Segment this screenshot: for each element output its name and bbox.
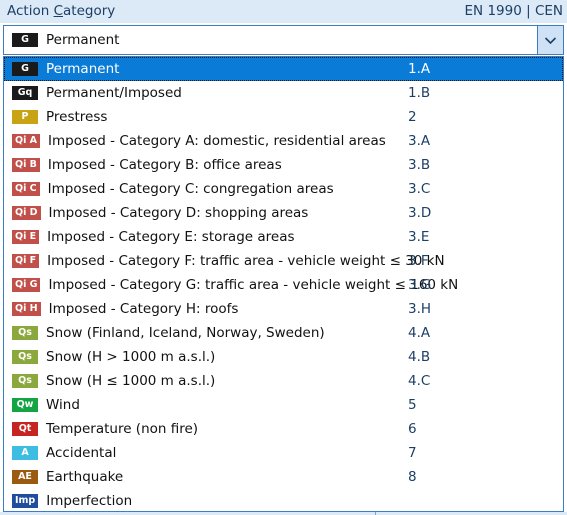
dropdown-option-code: 5	[408, 397, 417, 413]
dropdown-option[interactable]: Qi D Imposed - Category D: shopping areas…	[4, 201, 563, 225]
action-symbol-badge: A	[12, 446, 38, 460]
action-symbol-badge: Gq	[12, 86, 38, 100]
dropdown-option-label: Snow (H > 1000 m a.s.l.)	[46, 349, 216, 365]
dropdown-option-code: 3.D	[408, 205, 432, 221]
dropdown-option-label: Permanent/Imposed	[46, 85, 182, 101]
action-symbol-badge: Qt	[12, 422, 38, 436]
dropdown-option-code: 3.E	[408, 229, 430, 245]
dropdown-option-label: Snow (H ≤ 1000 m a.s.l.)	[46, 373, 216, 389]
action-symbol-badge: Qi G	[12, 278, 41, 292]
dropdown-option-code: 3.H	[408, 301, 432, 317]
page-title: Action Category	[7, 3, 115, 19]
action-symbol-badge: P	[12, 110, 38, 124]
action-symbol-badge: G	[12, 62, 38, 76]
action-symbol-badge: Qi A	[12, 134, 40, 148]
dropdown-option-label: Prestress	[46, 109, 108, 125]
combobox-selected-label: Permanent	[46, 32, 120, 48]
dropdown-option-label: Earthquake	[46, 469, 124, 485]
dropdown-option-label: Imposed - Category F: traffic area - veh…	[47, 253, 445, 269]
dropdown-option[interactable]: G Permanent 1.A	[4, 57, 563, 81]
page-title-suffix: ategory	[63, 3, 116, 19]
dropdown-option[interactable]: Qs Snow (H > 1000 m a.s.l.) 4.B	[4, 345, 563, 369]
dropdown-option[interactable]: Qs Snow (H ≤ 1000 m a.s.l.) 4.C	[4, 369, 563, 393]
dropdown-option[interactable]: Qi H Imposed - Category H: roofs 3.H	[4, 297, 563, 321]
dropdown-option-label: Imposed - Category C: congregation areas	[47, 181, 334, 197]
dropdown-option[interactable]: A Accidental 7	[4, 441, 563, 465]
dropdown-option-label: Snow (Finland, Iceland, Norway, Sweden)	[46, 325, 325, 341]
dropdown-option-label: Imposed - Category G: traffic area - veh…	[48, 277, 459, 293]
action-category-combobox[interactable]: G Permanent	[3, 25, 564, 55]
dropdown-option-label: Temperature (non fire)	[46, 421, 199, 437]
dropdown-option-code: 8	[408, 469, 417, 485]
action-symbol-badge: Qs	[12, 326, 38, 340]
dropdown-option[interactable]: Qi G Imposed - Category G: traffic area -…	[4, 273, 563, 297]
combobox-toggle-button[interactable]	[537, 26, 563, 54]
action-symbol-badge: Qi D	[12, 206, 41, 220]
dropdown-option-code: 3.B	[408, 157, 431, 173]
action-symbol-badge: Qs	[12, 374, 38, 388]
dropdown-option[interactable]: Qs Snow (Finland, Iceland, Norway, Sweden…	[4, 321, 563, 345]
action-symbol-badge: Qs	[12, 350, 38, 364]
dropdown-option[interactable]: Qi E Imposed - Category E: storage areas 3…	[4, 225, 563, 249]
dropdown-option-label: Accidental	[46, 445, 117, 461]
dropdown-option-code: 3.F	[408, 253, 429, 269]
dropdown-option-code: 3.C	[408, 181, 431, 197]
combobox-selected-value[interactable]: G Permanent	[4, 26, 119, 54]
dropdown-option-code: 3.G	[408, 277, 432, 293]
dropdown-option-label: Imposed - Category A: domestic, resident…	[48, 133, 386, 149]
dropdown-option[interactable]: Qi C Imposed - Category C: congregation a…	[4, 177, 563, 201]
dropdown-option[interactable]: P Prestress 2	[4, 105, 563, 129]
action-symbol-badge: Qi H	[12, 302, 41, 316]
dropdown-option-label: Wind	[46, 397, 80, 413]
standard-reference-label: EN 1990 | CEN	[464, 3, 563, 19]
action-symbol-badge: AE	[12, 470, 38, 484]
dropdown-option[interactable]: AE Earthquake 8	[4, 465, 563, 489]
dropdown-option-code: 2	[408, 109, 417, 125]
dropdown-option-code: 7	[408, 445, 417, 461]
dropdown-option-label: Imposed - Category B: office areas	[47, 157, 282, 173]
dropdown-option[interactable]: Qi B Imposed - Category B: office areas 3.…	[4, 153, 563, 177]
dropdown-option-label: Imposed - Category E: storage areas	[47, 229, 295, 245]
action-category-dropdown-list[interactable]: G Permanent 1.A Gq Permanent/Imposed 1.B P Pres…	[3, 56, 564, 512]
dropdown-option-code: 1.A	[408, 61, 431, 77]
dropdown-option-code: 4.A	[408, 325, 431, 341]
action-symbol-badge: Qi F	[12, 254, 40, 268]
action-symbol-badge: Imp	[12, 494, 39, 508]
page-title-prefix: Action	[7, 3, 54, 19]
dropdown-option[interactable]: Qt Temperature (non fire) 6	[4, 417, 563, 441]
action-symbol-badge: Qw	[12, 398, 38, 412]
dropdown-option-label: Imposed - Category H: roofs	[48, 301, 239, 317]
action-symbol-badge: G	[12, 33, 38, 47]
dropdown-option-code: 1.B	[408, 85, 431, 101]
action-symbol-badge: Qi E	[12, 230, 40, 244]
dropdown-option-label: Imperfection	[46, 493, 133, 509]
chevron-down-icon	[544, 36, 557, 45]
action-symbol-badge: Qi C	[12, 182, 40, 196]
header-bar: Action Category EN 1990 | CEN	[0, 0, 567, 23]
dropdown-option[interactable]: Qi F Imposed - Category F: traffic area -…	[4, 249, 563, 273]
dropdown-options-container: G Permanent 1.A Gq Permanent/Imposed 1.B P Pres…	[4, 57, 563, 511]
dropdown-option[interactable]: Qi A Imposed - Category A: domestic, resi…	[4, 129, 563, 153]
page-title-accelerator: C	[53, 3, 64, 19]
dropdown-option-label: Imposed - Category D: shopping areas	[48, 205, 309, 221]
action-symbol-badge: Qi B	[12, 158, 40, 172]
dropdown-option[interactable]: Qw Wind 5	[4, 393, 563, 417]
dropdown-option[interactable]: Imp Imperfection	[4, 489, 563, 511]
dropdown-option-code: 4.C	[408, 373, 431, 389]
dropdown-option-label: Permanent	[46, 61, 120, 77]
dropdown-option-code: 6	[408, 421, 417, 437]
dropdown-option-code: 3.A	[408, 133, 431, 149]
dropdown-option[interactable]: Gq Permanent/Imposed 1.B	[4, 81, 563, 105]
dropdown-option-code: 4.B	[408, 349, 431, 365]
